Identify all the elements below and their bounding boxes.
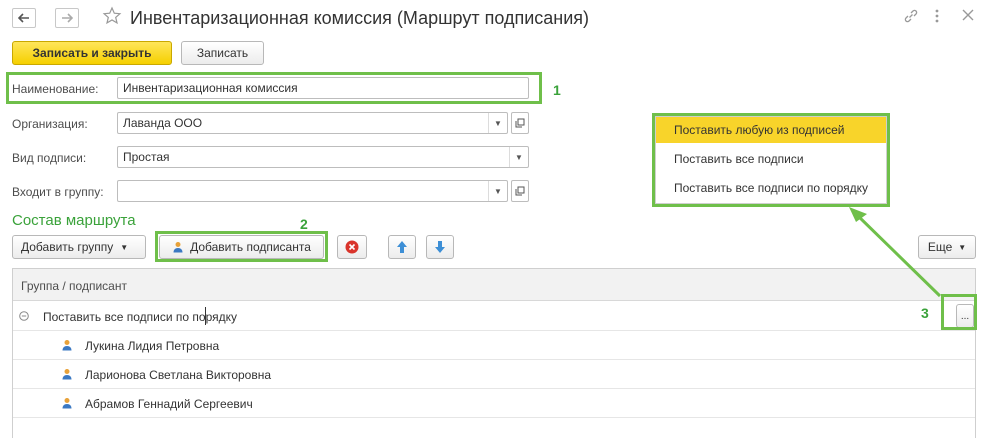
annotation-arrow (849, 207, 942, 298)
